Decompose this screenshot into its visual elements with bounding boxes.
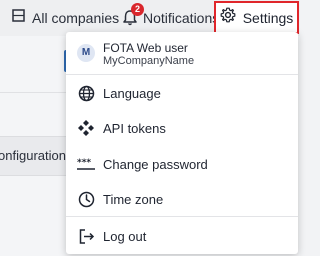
background-divider xyxy=(0,92,66,93)
menu-divider xyxy=(66,74,298,75)
user-company: MyCompanyName xyxy=(103,55,195,67)
settings-dropdown-menu: M FOTA Web user MyCompanyName Language A… xyxy=(66,32,298,254)
menu-item-label: Change password xyxy=(103,157,208,172)
menu-item-change-password[interactable]: *** Change password xyxy=(66,149,298,179)
menu-divider xyxy=(66,216,298,217)
all-companies-link[interactable]: All companies xyxy=(12,8,119,28)
top-bar: All companies 2 Notifications Settings xyxy=(0,0,300,36)
gear-icon xyxy=(220,7,236,28)
notification-count-badge: 2 xyxy=(131,3,144,16)
bell-icon: 2 xyxy=(122,3,144,27)
menu-item-label: API tokens xyxy=(103,121,166,136)
background-row-label: Configuration xyxy=(0,148,66,163)
password-icon: *** xyxy=(77,155,95,173)
menu-item-log-out[interactable]: Log out xyxy=(66,221,298,251)
notifications-label: Notifications xyxy=(143,10,220,26)
menu-item-api-tokens[interactable]: API tokens xyxy=(66,113,298,143)
menu-item-label: Log out xyxy=(103,229,147,244)
settings-label: Settings xyxy=(242,9,294,26)
api-tokens-icon xyxy=(77,119,95,137)
notifications-link[interactable]: 2 Notifications xyxy=(122,3,220,28)
globe-icon xyxy=(77,84,95,102)
menu-item-label: Language xyxy=(103,86,161,101)
clock-icon xyxy=(77,190,95,208)
menu-item-language[interactable]: Language xyxy=(66,78,298,108)
settings-button[interactable]: Settings xyxy=(214,1,299,34)
company-icon xyxy=(12,9,25,27)
avatar: M xyxy=(77,44,95,62)
menu-item-label: Time zone xyxy=(103,192,164,207)
svg-text:***: *** xyxy=(77,158,91,168)
menu-item-time-zone[interactable]: Time zone xyxy=(66,184,298,214)
user-name: FOTA Web user xyxy=(103,41,188,55)
logout-icon xyxy=(77,227,95,245)
all-companies-label: All companies xyxy=(32,10,120,26)
user-info: M FOTA Web user MyCompanyName xyxy=(66,32,298,72)
